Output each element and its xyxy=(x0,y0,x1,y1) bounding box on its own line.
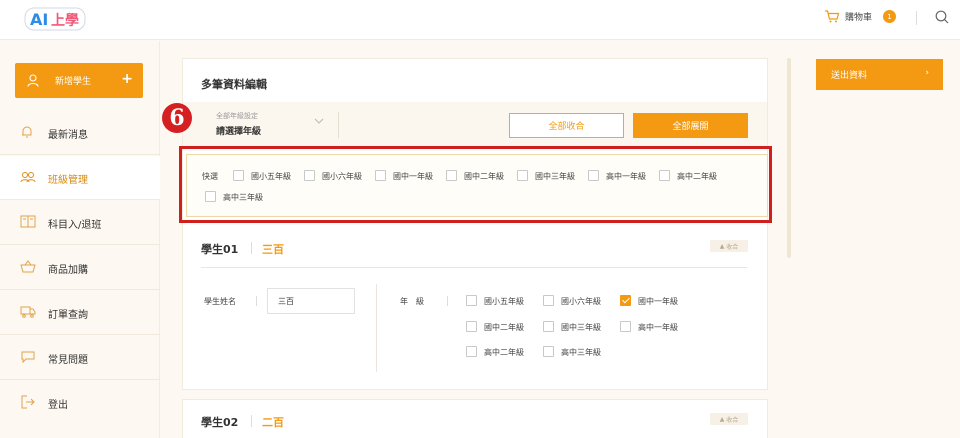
collapse-label: 收合 xyxy=(726,416,739,424)
section-divider xyxy=(201,267,747,268)
user-icon xyxy=(27,74,39,87)
chevron-up-icon: ▲ xyxy=(719,415,725,423)
search-icon[interactable] xyxy=(935,10,949,24)
cart-link[interactable]: 購物車 1 xyxy=(824,10,897,23)
student-name-heading: 三百 xyxy=(262,243,284,256)
grade-option-label: 國小五年級 xyxy=(484,297,524,306)
header-divider xyxy=(916,11,917,25)
basket-icon xyxy=(20,260,36,273)
collapse-button[interactable]: ▲ 收合 xyxy=(710,413,748,425)
student-name-label: 學生姓名 xyxy=(204,297,236,306)
top-header: AI 上學 購物車 1 xyxy=(0,0,960,40)
sidebar-item-news[interactable]: 最新消息 xyxy=(0,111,160,155)
grade-select-value: 請選擇年級 xyxy=(216,127,262,137)
grade-option-label: 國中一年級 xyxy=(638,297,678,306)
logo[interactable]: AI 上學 xyxy=(24,6,86,32)
sidebar-item-add-on-products[interactable]: 商品加購 xyxy=(0,246,160,290)
sidebar-item-label: 科目入/退班 xyxy=(48,220,102,231)
sidebar-item-subjects[interactable]: 科目入/退班 xyxy=(0,201,160,245)
chevron-right-icon: › xyxy=(925,68,929,78)
grade-checkbox[interactable] xyxy=(543,346,554,357)
step-number-badge: 6 xyxy=(162,103,192,133)
chevron-down-icon[interactable] xyxy=(314,118,324,124)
sidebar-item-faq[interactable]: 常見問題 xyxy=(0,336,160,380)
logo-text-secondary: 上學 xyxy=(51,13,79,29)
sidebar: 新增學生 + 最新消息 班級管理 科目入/退班 商品加購 訂單查詢 常見問題 登… xyxy=(0,41,160,438)
collapse-button[interactable]: ▲ 收合 xyxy=(710,240,748,252)
cart-icon xyxy=(825,10,840,23)
grade-option-label: 國中三年級 xyxy=(561,323,601,332)
sidebar-item-label: 班級管理 xyxy=(48,175,88,186)
sidebar-item-class-management[interactable]: 班級管理 xyxy=(0,156,160,200)
grade-checkbox[interactable] xyxy=(620,321,631,332)
submit-label: 送出資料 xyxy=(831,71,868,81)
grade-checkbox[interactable] xyxy=(543,295,554,306)
users-icon xyxy=(20,172,36,183)
sidebar-item-label: 登出 xyxy=(48,400,68,411)
add-student-label: 新增學生 xyxy=(55,77,92,87)
sidebar-item-label: 常見問題 xyxy=(48,355,88,366)
collapse-label: 收合 xyxy=(726,243,739,251)
chat-icon xyxy=(21,351,35,363)
sidebar-item-orders[interactable]: 訂單查詢 xyxy=(0,291,160,335)
grade-checkbox[interactable] xyxy=(466,295,477,306)
title-divider xyxy=(251,415,252,427)
grade-option-label: 國小六年級 xyxy=(561,297,601,306)
grade-select-caption: 全部年級設定 xyxy=(216,112,258,120)
grade-option-label: 高中二年級 xyxy=(484,348,524,357)
grade-option-label: 高中一年級 xyxy=(638,323,678,332)
sidebar-item-label: 商品加購 xyxy=(48,265,88,276)
add-student-button[interactable]: 新增學生 + xyxy=(15,63,143,98)
grade-checkbox[interactable] xyxy=(543,321,554,332)
logout-icon xyxy=(21,395,35,409)
bell-icon xyxy=(22,126,32,138)
grade-field-label: 年 級 xyxy=(400,297,424,306)
cart-count-badge: 1 xyxy=(883,10,897,23)
student-title: 學生01 xyxy=(201,243,239,256)
student-name-heading: 二百 xyxy=(262,416,284,429)
student-title: 學生02 xyxy=(201,416,239,429)
collapse-all-button[interactable]: 全部收合 xyxy=(509,113,624,138)
field-column-divider xyxy=(376,284,377,372)
grade-select[interactable]: 全部年級設定 請選擇年級 xyxy=(216,111,261,137)
logo-text-primary: AI xyxy=(30,10,48,29)
cart-label: 購物車 xyxy=(845,13,873,23)
sidebar-item-label: 訂單查詢 xyxy=(48,310,88,321)
page-title: 多筆資料編輯 xyxy=(201,78,267,91)
select-divider xyxy=(338,112,339,138)
grade-checkbox[interactable] xyxy=(466,346,477,357)
grade-checkbox[interactable] xyxy=(466,321,477,332)
submit-button[interactable]: 送出資料 › xyxy=(816,59,943,90)
grade-option-label: 高中三年級 xyxy=(561,348,601,357)
label-divider xyxy=(256,296,257,306)
truck-icon xyxy=(20,306,36,318)
label-divider xyxy=(447,296,448,306)
sidebar-item-logout[interactable]: 登出 xyxy=(0,381,160,425)
expand-all-button[interactable]: 全部展開 xyxy=(633,113,748,138)
plus-icon: + xyxy=(121,71,133,87)
student-name-input[interactable]: 三百 xyxy=(267,288,355,314)
chevron-up-icon: ▲ xyxy=(719,242,725,250)
grade-option-label: 國中二年級 xyxy=(484,323,524,332)
scrollbar[interactable] xyxy=(787,58,791,258)
sidebar-item-label: 最新消息 xyxy=(48,130,88,141)
title-divider xyxy=(251,242,252,254)
grade-checkbox-checked[interactable] xyxy=(620,295,631,306)
highlight-box xyxy=(179,146,772,223)
book-icon xyxy=(20,215,36,228)
